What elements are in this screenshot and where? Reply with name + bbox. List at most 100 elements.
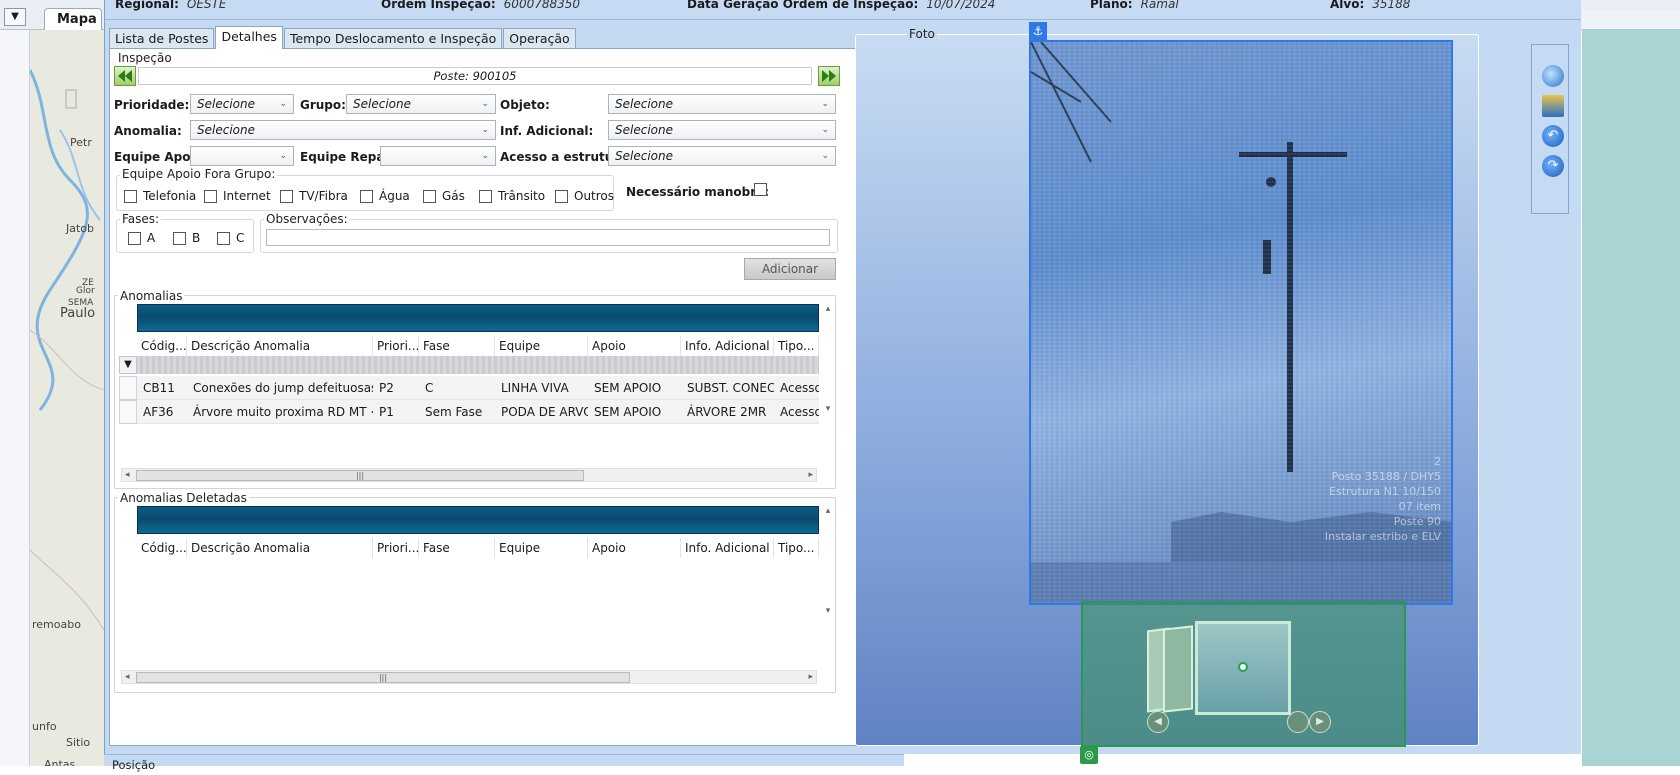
checkbox-fase-a[interactable]: A (128, 231, 155, 245)
checkbox-fase-b[interactable]: B (173, 231, 200, 245)
filter-icon[interactable]: ▼ (119, 356, 137, 374)
checkbox[interactable] (204, 189, 217, 203)
next-poste-button[interactable] (818, 66, 840, 86)
cell: PODA DE ARVO... (501, 405, 588, 419)
map-view[interactable]: Petr Jatob ZE Glor SEMA Paulo remoabo un… (30, 30, 104, 766)
column-header[interactable]: Descrição Anomalia (187, 538, 373, 558)
background-left-rail (0, 30, 30, 766)
column-header[interactable]: Tipo... (774, 538, 819, 558)
scroll-thumb[interactable]: ||| (136, 470, 584, 481)
scroll-right-icon[interactable]: ▸ (808, 671, 813, 683)
scroll-left-icon[interactable]: ◂ (125, 671, 130, 683)
checkbox-outros[interactable]: Outros (555, 189, 614, 203)
checkbox[interactable] (124, 189, 137, 203)
equipe-apoio-select[interactable]: ⌄ (190, 146, 294, 166)
checkbox-telefonia[interactable]: Telefonia (124, 189, 196, 203)
checkbox[interactable] (555, 189, 568, 203)
necessario-manobra-checkbox[interactable] (754, 183, 767, 196)
vertical-scrollbar[interactable]: ▴ ▾ (821, 304, 835, 464)
carousel-prev-button[interactable]: ◀ (1147, 711, 1169, 733)
column-header[interactable]: Info. Adicional (681, 336, 774, 356)
column-header[interactable]: Tipo... (774, 336, 819, 356)
column-header[interactable]: Códig... (137, 336, 187, 356)
checkbox-tv-fibra[interactable]: TV/Fibra (280, 189, 348, 203)
tab-lista-postes[interactable]: Lista de Postes (109, 28, 215, 49)
cell: Acesso... (780, 405, 819, 419)
checkbox[interactable] (423, 189, 436, 203)
adicionar-button[interactable]: Adicionar (744, 258, 836, 280)
map-rivers (30, 69, 104, 631)
column-header[interactable]: Priori... (373, 336, 419, 356)
horizontal-scrollbar[interactable]: ◂ ||| ▸ (121, 468, 817, 482)
carousel-thumbnail[interactable] (1163, 625, 1193, 713)
chevron-down-icon: ⌄ (481, 151, 489, 161)
column-header[interactable]: Descrição Anomalia (187, 336, 373, 356)
row-selector[interactable] (119, 376, 137, 400)
tab-tempo-deslocamento[interactable]: Tempo Deslocamento e Inspeção (283, 28, 503, 49)
column-header[interactable]: Códig... (137, 538, 187, 558)
cell: SEM APOIO (594, 405, 662, 419)
checkbox-agua[interactable]: Água (360, 189, 410, 203)
anchor-icon[interactable]: ⚓ (1029, 22, 1047, 40)
checkbox-fase-c[interactable]: C (217, 231, 244, 245)
anomalias-label: Anomalias (118, 289, 185, 303)
objeto-select[interactable]: Selecione ⌄ (608, 94, 836, 114)
tab-detalhes[interactable]: Detalhes (215, 26, 283, 49)
checkbox[interactable] (173, 231, 186, 245)
background-dropdown[interactable]: ▼ (4, 8, 26, 26)
horizontal-scrollbar[interactable]: ◂ ||| ▸ (121, 670, 817, 684)
fases-label: Fases: (120, 212, 162, 226)
checkbox[interactable] (360, 189, 373, 203)
equipe-reparo-select[interactable]: ⌄ (380, 146, 496, 166)
rewind-icon (118, 70, 132, 82)
header-ordem: Ordem Inspeção: 6000788350 (381, 0, 581, 11)
inspection-photo[interactable]: 2 Posto 35188 / DHY5 Estrutura N1 10/150… (1029, 40, 1453, 605)
column-header[interactable]: Apoio (588, 336, 681, 356)
rotate-left-icon[interactable]: ↶ (1542, 125, 1564, 147)
prioridade-select[interactable]: Selecione ⌄ (190, 94, 294, 114)
photo-carousel[interactable]: ◀ ▶ (1081, 601, 1406, 747)
checkbox-transito[interactable]: Trânsito (479, 189, 545, 203)
right-panel (1582, 30, 1680, 766)
scroll-left-icon[interactable]: ◂ (125, 469, 130, 481)
header-plano: Plano: Ramal (1090, 0, 1179, 11)
checkbox-gas[interactable]: Gás (423, 189, 465, 203)
checkbox-internet[interactable]: Internet (204, 189, 271, 203)
checkbox[interactable] (479, 189, 492, 203)
checkbox[interactable] (280, 189, 293, 203)
scroll-right-icon[interactable]: ▸ (808, 469, 813, 481)
zoom-icon[interactable] (1542, 65, 1564, 87)
table-row[interactable]: CB11 Conexões do jump defeituosas P2 C L… (137, 376, 819, 400)
fit-icon[interactable] (1542, 95, 1564, 117)
table-row[interactable]: AF36 Árvore muito proxima RD MT < d... P… (137, 400, 819, 424)
map-tab[interactable]: Mapa (44, 8, 102, 30)
map-label: Jatob (66, 222, 95, 235)
tab-operacao[interactable]: Operação (503, 28, 576, 49)
anomalias-deletadas-grid: Códig... Descrição Anomalia Priori... Fa… (114, 497, 836, 693)
vertical-scrollbar[interactable]: ▴ ▾ (821, 506, 835, 666)
checkbox[interactable] (217, 231, 230, 245)
previous-poste-button[interactable] (114, 66, 136, 86)
filter-row[interactable] (137, 356, 819, 374)
checkbox[interactable] (128, 231, 141, 245)
column-header[interactable]: Equipe (495, 336, 588, 356)
cell: P1 (379, 405, 394, 419)
scroll-thumb[interactable]: ||| (136, 672, 630, 683)
column-header[interactable]: Info. Adicional (681, 538, 774, 558)
anomalia-select[interactable]: Selecione ⌄ (190, 120, 496, 140)
locate-icon[interactable]: ◎ (1080, 746, 1098, 764)
observacoes-input[interactable] (266, 229, 830, 246)
column-header[interactable]: Equipe (495, 538, 588, 558)
column-header[interactable]: Apoio (588, 538, 681, 558)
acesso-estrutura-select[interactable]: Selecione ⌄ (608, 146, 836, 166)
carousel-next-button[interactable]: ▶ (1309, 711, 1331, 733)
carousel-stop-button[interactable] (1287, 711, 1309, 733)
grupo-select[interactable]: Selecione ⌄ (346, 94, 496, 114)
inf-adicional-select[interactable]: Selecione ⌄ (608, 120, 836, 140)
row-selector[interactable] (119, 400, 137, 424)
column-header[interactable]: Fase (419, 538, 495, 558)
column-header[interactable]: Fase (419, 336, 495, 356)
rotate-right-icon[interactable]: ↷ (1542, 155, 1564, 177)
column-header[interactable]: Priori... (373, 538, 419, 558)
carousel-thumbnail-active[interactable] (1195, 621, 1291, 715)
